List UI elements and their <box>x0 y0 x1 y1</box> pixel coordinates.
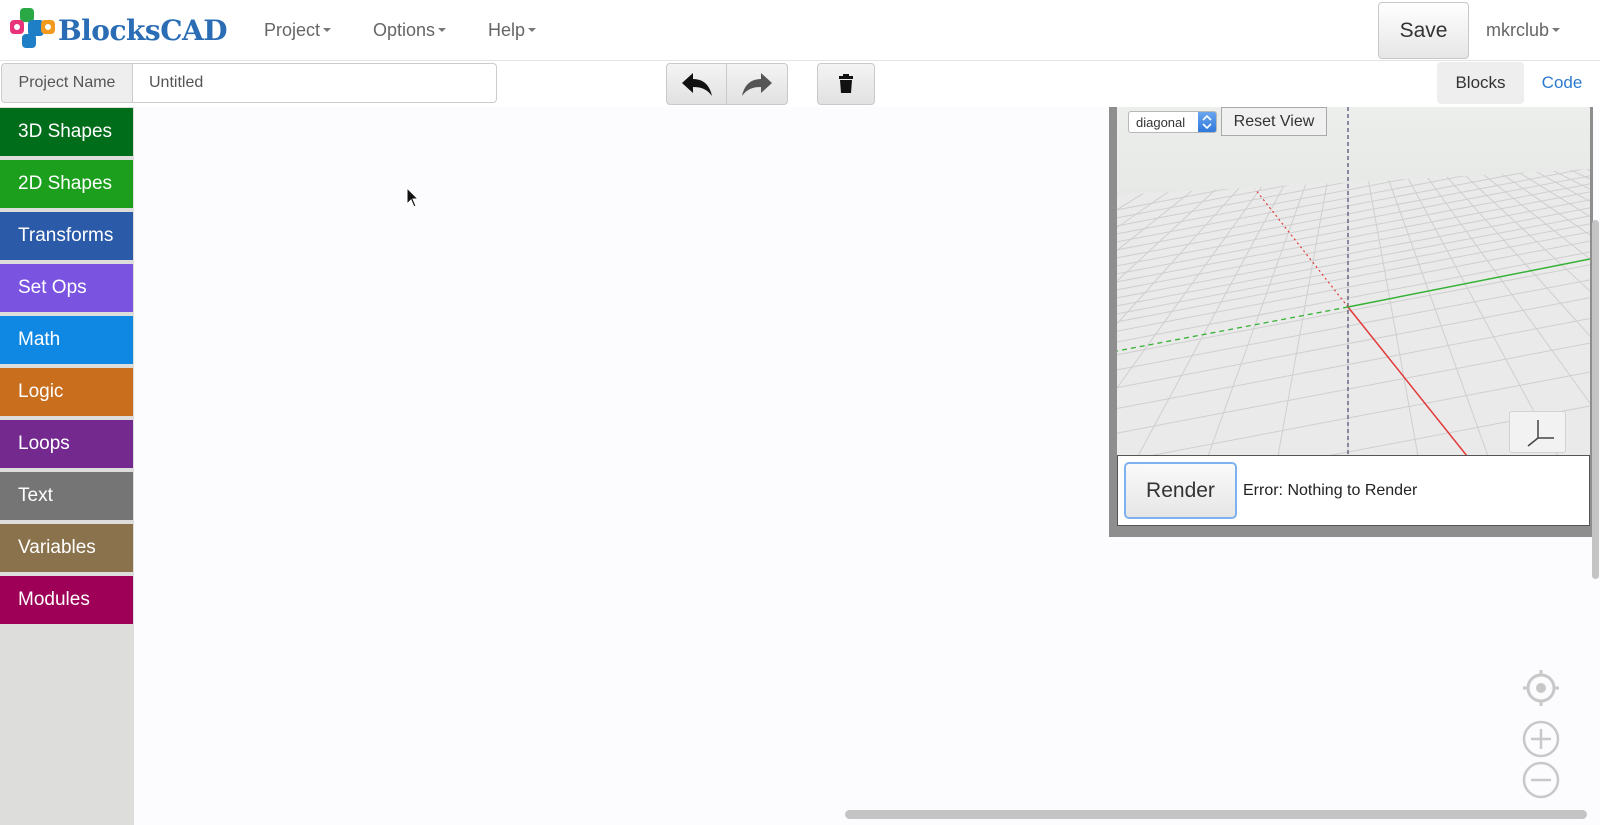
category-text[interactable]: Text <box>0 472 133 520</box>
zoom-in-icon[interactable] <box>1522 720 1560 758</box>
render-status-text: Error: Nothing to Render <box>1243 481 1418 499</box>
zoom-out-icon[interactable] <box>1522 761 1560 799</box>
category-variables[interactable]: Variables <box>0 524 133 572</box>
grid-floor <box>1117 107 1590 456</box>
tab-code[interactable]: Code <box>1526 62 1598 104</box>
project-toolbar: Project Name Blocks Code <box>0 61 1600 107</box>
menu-options-label: Options <box>373 19 436 40</box>
trash-icon <box>839 74 853 93</box>
caret-down-icon <box>323 28 332 32</box>
target-icon[interactable] <box>1522 669 1560 707</box>
select-spinner-icon <box>1198 112 1216 132</box>
axes-icon <box>1527 420 1554 447</box>
redo-button[interactable] <box>727 63 788 105</box>
undo-button[interactable] <box>666 63 727 105</box>
redo-arrow-icon <box>742 73 772 96</box>
top-navbar: BlocksCAD Project Options Help Save mkrc… <box>0 0 1600 61</box>
category-math[interactable]: Math <box>0 316 133 364</box>
view-mode-value: diagonal <box>1136 114 1186 130</box>
menu-help[interactable]: Help <box>488 0 537 60</box>
user-menu-label: mkrclub <box>1486 19 1550 40</box>
category-logic[interactable]: Logic <box>0 368 133 416</box>
delete-button[interactable] <box>817 63 875 105</box>
render-bar: Render Error: Nothing to Render <box>1117 455 1590 526</box>
tab-blocks[interactable]: Blocks <box>1437 62 1524 104</box>
menu-options[interactable]: Options <box>373 0 447 60</box>
vertical-scrollbar[interactable] <box>1592 220 1599 579</box>
app-logo[interactable]: BlocksCAD <box>8 8 227 52</box>
category-set-ops[interactable]: Set Ops <box>0 264 133 312</box>
menu-help-label: Help <box>488 19 526 40</box>
blockscad-logo-icon <box>8 8 56 52</box>
menu-project[interactable]: Project <box>264 0 332 60</box>
caret-down-icon <box>438 28 447 32</box>
axes-toggle-button[interactable] <box>1509 411 1566 453</box>
undo-arrow-icon <box>681 73 712 96</box>
category-modules[interactable]: Modules <box>0 576 133 624</box>
app-logo-text: BlocksCAD <box>58 13 227 47</box>
save-button[interactable]: Save <box>1378 2 1469 59</box>
horizontal-scrollbar[interactable] <box>845 810 1587 819</box>
reset-view-button[interactable]: Reset View <box>1221 107 1327 136</box>
mouse-cursor-icon <box>406 187 420 208</box>
project-name-input[interactable] <box>133 63 497 103</box>
menu-project-label: Project <box>264 19 321 40</box>
render-viewer-panel: diagonal Reset View Render Error: Nothin… <box>1109 107 1593 537</box>
caret-down-icon <box>528 28 537 32</box>
view-mode-select[interactable]: diagonal <box>1128 111 1217 133</box>
caret-down-icon <box>1552 28 1561 32</box>
category-toolbox: 3D Shapes 2D Shapes Transforms Set Ops M… <box>0 107 134 825</box>
category-loops[interactable]: Loops <box>0 420 133 468</box>
category-transforms[interactable]: Transforms <box>0 212 133 260</box>
render-button[interactable]: Render <box>1124 462 1237 519</box>
user-menu[interactable]: mkrclub <box>1486 0 1561 60</box>
category-2d-shapes[interactable]: 2D Shapes <box>0 160 133 208</box>
3d-view-canvas[interactable]: diagonal Reset View <box>1117 107 1590 456</box>
project-name-label: Project Name <box>1 63 133 103</box>
category-3d-shapes[interactable]: 3D Shapes <box>0 108 133 156</box>
